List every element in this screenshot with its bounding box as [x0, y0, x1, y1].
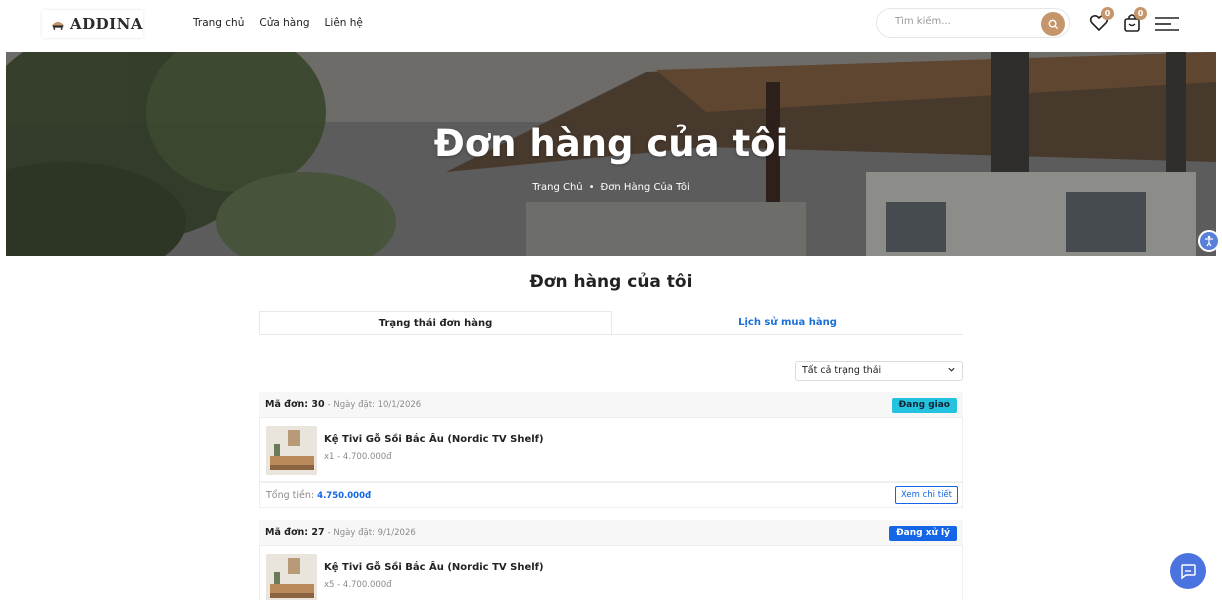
site-header: ADDINA Trang chủ Cửa hàng Liên hệ 0 0 — [0, 0, 1222, 52]
product-image — [266, 426, 317, 475]
status-badge: Đang giao — [891, 398, 957, 413]
view-detail-button[interactable]: Xem chi tiết — [894, 486, 958, 504]
product-quantity-price: x1 - 4.700.000đ — [324, 452, 392, 462]
wishlist-button[interactable]: 0 — [1088, 7, 1114, 35]
chat-icon — [1181, 564, 1196, 580]
logo-text: ADDINA — [69, 15, 143, 33]
order-number: Mã đơn: 30 — [265, 399, 325, 410]
main-nav: Trang chủ Cửa hàng Liên hệ — [193, 17, 363, 29]
order-item: Kệ Tivi Gỗ Sồi Bắc Âu (Nordic TV Shelf) … — [259, 546, 963, 600]
breadcrumb-current: Đơn Hàng Của Tôi — [600, 182, 690, 193]
status-badge: Đang xử lý — [889, 526, 957, 541]
accessibility-button[interactable] — [1198, 230, 1220, 252]
order-date: - Ngày đặt: 10/1/2026 — [327, 400, 422, 410]
order-id: Mã đơn: 27 - Ngày đặt: 9/1/2026 — [265, 527, 416, 538]
logo-mark-icon — [51, 21, 65, 30]
chat-button[interactable] — [1170, 553, 1206, 589]
search-button[interactable] — [1041, 12, 1065, 36]
page-hero-banner: Đơn hàng của tôi Trang Chủ • Đơn Hàng Của … — [6, 52, 1216, 256]
order-total-label: Tổng tiền: — [266, 490, 315, 501]
order-header: Mã đơn: 30 - Ngày đặt: 10/1/2026 Đang gi… — [259, 392, 963, 418]
order-total: Tổng tiền: 4.750.000đ — [266, 490, 371, 501]
order-id: Mã đơn: 30 - Ngày đặt: 10/1/2026 — [265, 399, 421, 410]
tab-order-status[interactable]: Trạng thái đơn hàng — [259, 311, 612, 334]
accessibility-icon — [1205, 235, 1213, 247]
search-box — [876, 8, 1070, 38]
product-name[interactable]: Kệ Tivi Gỗ Sồi Bắc Âu (Nordic TV Shelf) — [324, 562, 544, 573]
order-number: Mã đơn: 27 — [265, 527, 325, 538]
status-filter-select[interactable]: Tất cả trạng thái — [795, 361, 963, 381]
order-item: Kệ Tivi Gỗ Sồi Bắc Âu (Nordic TV Shelf) … — [259, 418, 963, 482]
logo[interactable]: ADDINA — [42, 10, 143, 38]
product-thumbnail[interactable] — [266, 426, 317, 475]
product-thumbnail[interactable] — [266, 554, 317, 600]
nav-shop[interactable]: Cửa hàng — [259, 17, 309, 29]
nav-home[interactable]: Trang chủ — [193, 17, 244, 29]
cart-count-badge: 0 — [1134, 7, 1147, 20]
search-input[interactable] — [895, 16, 1035, 27]
order-total-value: 4.750.000đ — [317, 491, 372, 501]
page-title: Đơn hàng của tôi — [529, 272, 693, 292]
product-quantity-price: x5 - 4.700.000đ — [324, 580, 392, 590]
nav-contact[interactable]: Liên hệ — [325, 17, 363, 29]
order-date: - Ngày đặt: 9/1/2026 — [327, 528, 416, 538]
order-tabs: Trạng thái đơn hàng Lịch sử mua hàng — [259, 311, 963, 335]
cart-button[interactable]: 0 — [1121, 7, 1147, 35]
wishlist-count-badge: 0 — [1101, 7, 1114, 20]
breadcrumb: Trang Chủ • Đơn Hàng Của Tôi — [6, 182, 1216, 193]
chevron-down-icon — [948, 367, 955, 372]
order-header: Mã đơn: 27 - Ngày đặt: 9/1/2026 Đang xử … — [259, 520, 963, 546]
order-footer: Tổng tiền: 4.750.000đ Xem chi tiết — [259, 482, 963, 508]
product-image — [266, 554, 317, 600]
tab-purchase-history[interactable]: Lịch sử mua hàng — [612, 311, 963, 334]
breadcrumb-separator: • — [588, 182, 595, 193]
status-filter-value: Tất cả trạng thái — [802, 365, 882, 376]
search-icon — [1048, 19, 1058, 29]
hamburger-menu-icon[interactable] — [1154, 16, 1180, 32]
product-name[interactable]: Kệ Tivi Gỗ Sồi Bắc Âu (Nordic TV Shelf) — [324, 434, 544, 445]
hero-title: Đơn hàng của tôi — [433, 122, 789, 165]
breadcrumb-home[interactable]: Trang Chủ — [532, 182, 582, 193]
